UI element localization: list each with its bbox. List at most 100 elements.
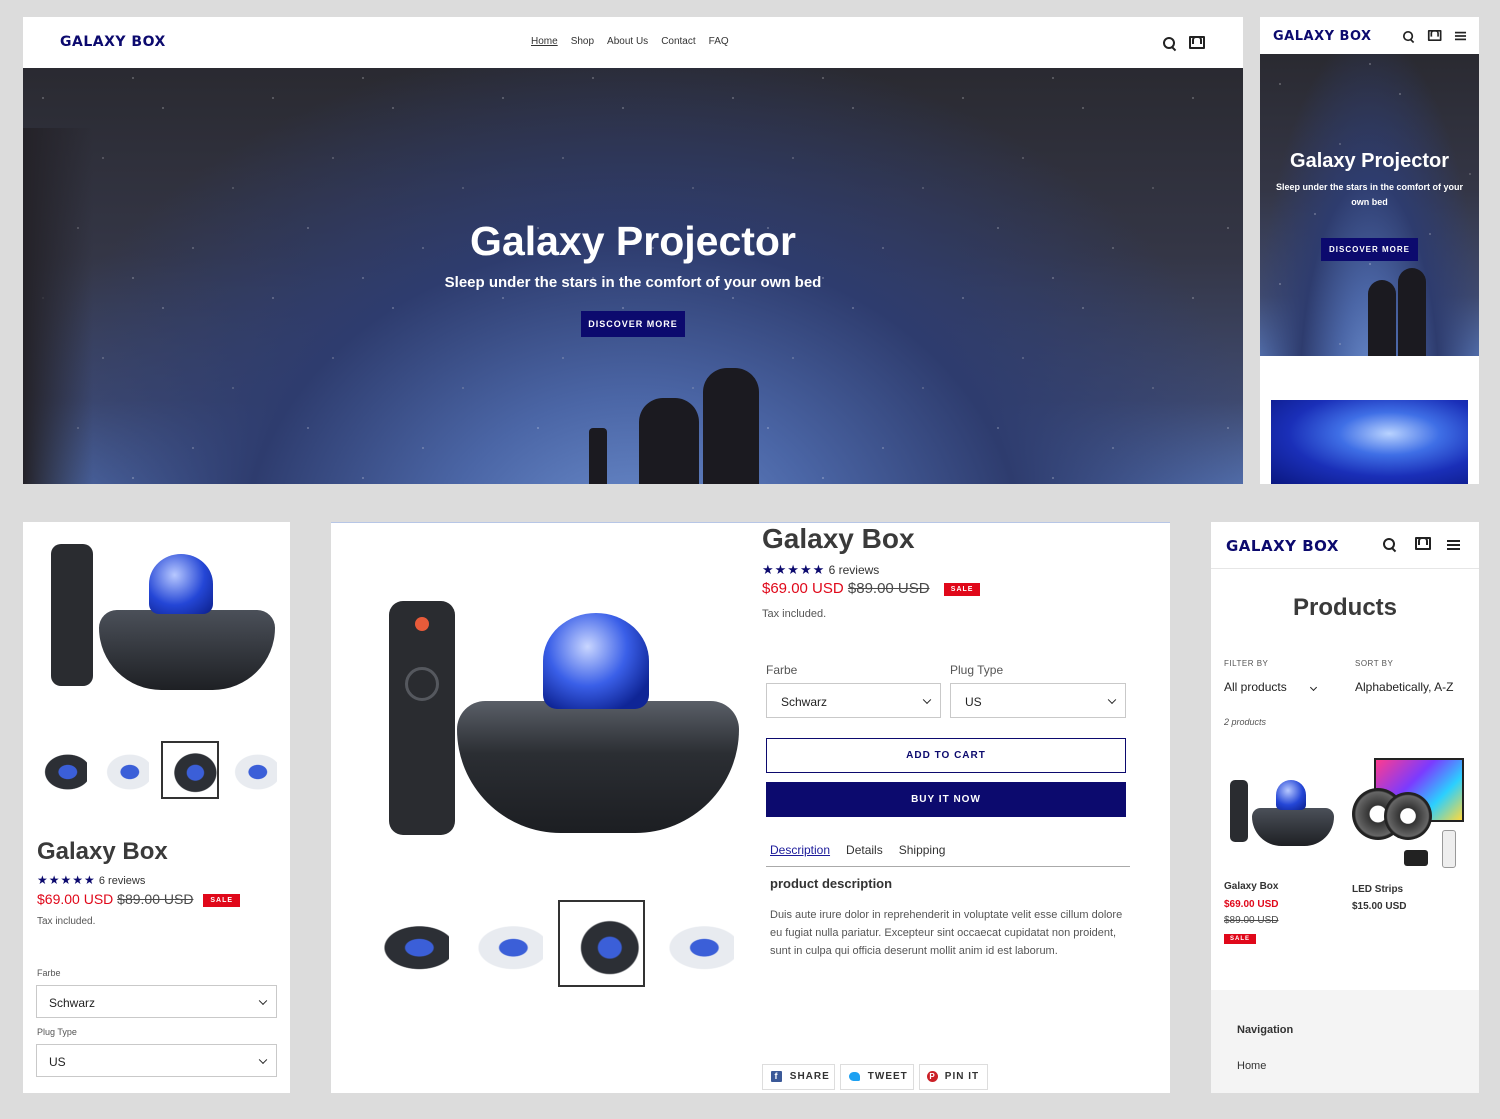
compare-price: $89.00 USD bbox=[847, 580, 930, 597]
hero-banner: Galaxy Projector Sleep under the stars i… bbox=[23, 68, 1243, 484]
thumbnail-selected[interactable] bbox=[558, 900, 645, 987]
chevron-down-icon bbox=[258, 1055, 268, 1064]
product-name: LED Strips bbox=[1352, 884, 1404, 895]
sale-badge: SALE bbox=[203, 893, 241, 907]
tripod-silhouette bbox=[589, 428, 607, 484]
add-to-cart-button[interactable]: ADD TO CART bbox=[766, 738, 1126, 773]
filter-select-value: All products bbox=[1224, 680, 1287, 694]
thumbnail-selected[interactable] bbox=[161, 741, 219, 799]
share-twitter-button[interactable]: TWEET bbox=[840, 1064, 914, 1090]
tab-shipping[interactable]: Shipping bbox=[899, 843, 946, 866]
share-facebook-button[interactable]: f SHARE bbox=[762, 1064, 835, 1090]
hero-banner: Galaxy Projector Sleep under the stars i… bbox=[1260, 54, 1479, 356]
nav-about[interactable]: About Us bbox=[607, 36, 648, 47]
plug-type-select[interactable]: US bbox=[36, 1044, 277, 1077]
hero-subtitle: Sleep under the stars in the comfort of … bbox=[1275, 182, 1464, 207]
sale-price: $69.00 USD bbox=[37, 891, 114, 907]
search-icon[interactable] bbox=[1383, 538, 1396, 551]
product-count: 2 products bbox=[1224, 717, 1267, 727]
cart-icon[interactable] bbox=[1427, 29, 1442, 42]
sale-price: $69.00 USD bbox=[762, 580, 844, 597]
projector-dome-image bbox=[543, 613, 649, 709]
tab-description[interactable]: Description bbox=[770, 843, 830, 866]
featured-image[interactable] bbox=[1271, 400, 1468, 484]
tree-silhouette bbox=[23, 128, 93, 484]
projector-base-image bbox=[99, 610, 275, 690]
projector-dome-image bbox=[1276, 780, 1306, 810]
menu-icon[interactable] bbox=[1447, 540, 1460, 550]
price-row: $69.00 USD $89.00 USD SALE bbox=[37, 891, 241, 907]
chevron-down-icon bbox=[1107, 695, 1117, 704]
remote-image bbox=[389, 601, 455, 835]
thumbnail[interactable] bbox=[39, 750, 87, 790]
option1-label: Farbe bbox=[37, 968, 61, 978]
product-title: Galaxy Box bbox=[762, 523, 915, 554]
plug-type-select-value: US bbox=[49, 1055, 66, 1069]
share-label: SHARE bbox=[789, 1071, 830, 1082]
tweet-label: TWEET bbox=[867, 1071, 908, 1082]
compare-price: $89.00 USD bbox=[117, 891, 194, 907]
person-silhouette bbox=[703, 368, 759, 484]
share-pinterest-button[interactable]: P PIN IT bbox=[919, 1064, 988, 1090]
product-card[interactable]: LED Strips $15.00 USD bbox=[1350, 758, 1466, 938]
logo[interactable]: GALAXY BOX bbox=[60, 34, 166, 50]
color-select[interactable]: Schwarz bbox=[36, 985, 277, 1018]
nav-home[interactable]: Home bbox=[531, 36, 558, 47]
search-icon[interactable] bbox=[1163, 37, 1176, 50]
footer-link-home[interactable]: Home bbox=[1237, 1060, 1266, 1072]
cart-icon[interactable] bbox=[1189, 36, 1205, 49]
product-compare-price: $89.00 USD bbox=[1224, 915, 1279, 926]
twitter-icon bbox=[849, 1071, 860, 1081]
led-reel-image bbox=[1384, 792, 1432, 840]
price-row: $69.00 USD $89.00 USD SALE bbox=[762, 580, 981, 597]
menu-icon[interactable] bbox=[1454, 31, 1467, 41]
discover-more-button[interactable]: DISCOVER MORE bbox=[1321, 238, 1418, 261]
nav-shop[interactable]: Shop bbox=[571, 36, 594, 47]
sort-select-value: Alphabetically, A-Z bbox=[1355, 680, 1454, 694]
color-select-value: Schwarz bbox=[49, 996, 96, 1010]
thumbnail[interactable] bbox=[229, 750, 277, 790]
nav-faq[interactable]: FAQ bbox=[709, 36, 729, 47]
thumbnail[interactable] bbox=[656, 918, 734, 972]
plug-type-select[interactable]: US bbox=[950, 683, 1126, 718]
desktop-home-screenshot: GALAXY BOX Home Shop About Us Contact FA… bbox=[23, 17, 1243, 484]
product-title: Galaxy Box bbox=[37, 838, 168, 865]
logo[interactable]: GALAXY BOX bbox=[1273, 29, 1372, 44]
desktop-product-screenshot: Galaxy Box ★★★★★ 6 reviews $69.00 USD $8… bbox=[331, 522, 1170, 1093]
chevron-down-icon bbox=[922, 695, 932, 704]
mobile-product-screenshot: Galaxy Box ★★★★★ 6 reviews $69.00 USD $8… bbox=[23, 522, 290, 1093]
rating-row[interactable]: ★★★★★ 6 reviews bbox=[762, 562, 879, 578]
color-select[interactable]: Schwarz bbox=[766, 683, 941, 718]
remote-image bbox=[1230, 780, 1248, 842]
header: GALAXY BOX bbox=[1211, 522, 1479, 569]
description-body: Duis aute irure dolor in reprehenderit i… bbox=[770, 909, 1123, 957]
buy-it-now-button[interactable]: BUY IT NOW bbox=[766, 782, 1126, 817]
page-title: Products bbox=[1292, 594, 1397, 621]
tax-note: Tax included. bbox=[762, 608, 827, 620]
logo[interactable]: GALAXY BOX bbox=[1226, 537, 1339, 555]
discover-more-button[interactable]: DISCOVER MORE bbox=[581, 311, 685, 337]
product-main-image[interactable] bbox=[35, 540, 277, 705]
reviews-count: 6 reviews bbox=[98, 875, 146, 887]
footer-heading: Navigation bbox=[1237, 1024, 1294, 1036]
thumbnail[interactable] bbox=[371, 918, 449, 972]
tab-details[interactable]: Details bbox=[846, 843, 883, 866]
rating-row[interactable]: ★★★★★ 6 reviews bbox=[37, 873, 145, 887]
remote-dpad bbox=[405, 667, 439, 701]
remote-image bbox=[51, 544, 93, 686]
thumbnail[interactable] bbox=[101, 750, 149, 790]
nav-contact[interactable]: Contact bbox=[661, 36, 695, 47]
cart-icon[interactable] bbox=[1415, 537, 1431, 550]
chevron-down-icon bbox=[1309, 683, 1318, 692]
product-main-image[interactable] bbox=[369, 593, 739, 843]
search-icon[interactable] bbox=[1402, 30, 1414, 42]
sort-select[interactable]: Alphabetically, A-Z bbox=[1355, 680, 1479, 698]
hero-subtitle: Sleep under the stars in the comfort of … bbox=[444, 274, 822, 291]
thumbnail[interactable] bbox=[465, 918, 543, 972]
plug-type-select-value: US bbox=[965, 695, 982, 709]
hero-title: Galaxy Projector bbox=[1290, 150, 1449, 172]
option2-label: Plug Type bbox=[950, 663, 1004, 677]
product-price: $69.00 USD bbox=[1224, 899, 1279, 910]
filter-select[interactable]: All products bbox=[1224, 680, 1320, 698]
product-card[interactable]: Galaxy Box $69.00 USD $89.00 USD SALE bbox=[1222, 758, 1336, 958]
